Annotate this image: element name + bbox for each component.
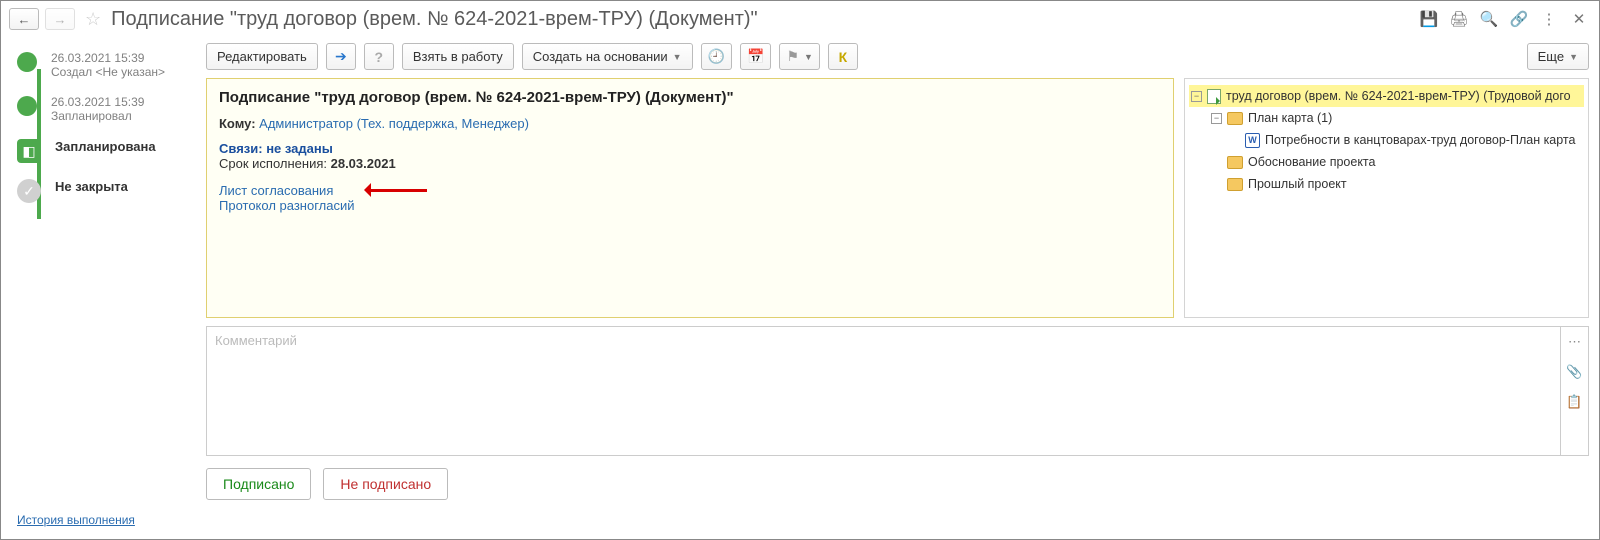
create-based-on-label: Создать на основании [533, 49, 668, 64]
comment-input[interactable]: Комментарий [206, 326, 1561, 456]
more-dots-icon[interactable]: ⋯ [1568, 327, 1581, 357]
take-to-work-button[interactable]: Взять в работу [402, 43, 514, 70]
folder-icon [1227, 178, 1243, 191]
timeline-item-created: 26.03.2021 15:39 Создал <Не указан> [17, 51, 206, 79]
history-clock-button[interactable]: 🕘 [701, 43, 732, 70]
status-dot-icon [17, 52, 37, 72]
tree-label: Прошлый проект [1248, 177, 1347, 191]
timeline-date: 26.03.2021 15:39 [51, 51, 165, 65]
window-header: ← → ☆ Подписание "труд договор (врем. № … [1, 1, 1599, 37]
recipient-label: Кому: [219, 116, 256, 131]
not-signed-button[interactable]: Не подписано [323, 468, 448, 500]
edit-button[interactable]: Редактировать [206, 43, 318, 70]
k-button[interactable]: К [828, 43, 858, 70]
collapse-icon[interactable]: − [1211, 113, 1222, 124]
timeline-item-planned-by: 26.03.2021 15:39 Запланировал [17, 95, 206, 123]
kebab-menu-icon[interactable]: ⋮ [1538, 8, 1560, 30]
comment-area: Комментарий ⋯ 📎 📋 [206, 326, 1589, 456]
nav-back-button[interactable]: ← [9, 8, 39, 30]
timeline-label: Создал <Не указан> [51, 65, 165, 79]
annotation-arrow-icon [357, 185, 427, 195]
task-heading: Подписание "труд договор (врем. № 624-20… [219, 89, 1161, 106]
timeline-label: Не закрыта [55, 179, 128, 194]
task-info-panel: Подписание "труд договор (врем. № 624-20… [206, 78, 1174, 318]
question-icon: ? [375, 49, 384, 65]
calendar-button[interactable]: 📅 [740, 43, 771, 70]
tree-folder[interactable]: − План карта (1) [1189, 107, 1584, 129]
recipient-link[interactable]: Администратор (Тех. поддержка, Менеджер) [259, 116, 529, 131]
status-current-icon: ◧ [17, 139, 41, 163]
folder-icon [1227, 112, 1243, 125]
calendar-plus-icon: 📅 [747, 48, 764, 65]
timeline-date: 26.03.2021 15:39 [51, 95, 144, 109]
tree-document[interactable]: W Потребности в канцтоварах-труд договор… [1189, 129, 1584, 151]
tree-root-label: труд договор (врем. № 624-2021-врем-ТРУ)… [1226, 89, 1571, 103]
status-pending-icon: ✓ [17, 179, 41, 203]
approval-sheet-link[interactable]: Лист согласования [219, 183, 333, 198]
clock-icon: 🕘 [708, 48, 725, 65]
comment-tools: ⋯ 📎 📋 [1561, 326, 1589, 456]
close-icon[interactable]: ✕ [1568, 8, 1590, 30]
more-button[interactable]: Еще ▼ [1527, 43, 1589, 70]
arrow-right-icon: ➔ [335, 48, 347, 65]
chevron-down-icon: ▼ [804, 52, 813, 62]
stamp-icon[interactable]: 📋 [1566, 387, 1582, 417]
timeline-label: Запланировал [51, 109, 144, 123]
action-bar: Подписано Не подписано [206, 456, 1589, 512]
attach-icon[interactable]: 📎 [1566, 357, 1582, 387]
tree-folder[interactable]: Прошлый проект [1189, 173, 1584, 195]
timeline-item-not-closed: ✓ Не закрыта [17, 179, 206, 203]
status-dot-icon [17, 96, 37, 116]
tree-label: Потребности в канцтоварах-труд договор-П… [1265, 133, 1575, 147]
flag-button[interactable]: ⚑▼ [779, 43, 819, 70]
preview-icon[interactable]: 🔍 [1478, 8, 1500, 30]
disagreement-protocol-link[interactable]: Протокол разногласий [219, 198, 1161, 213]
status-timeline: 26.03.2021 15:39 Создал <Не указан> 26.0… [1, 37, 206, 539]
tree-folder[interactable]: Обоснование проекта [1189, 151, 1584, 173]
tree-label: План карта (1) [1248, 111, 1332, 125]
link-icon[interactable]: 🔗 [1508, 8, 1530, 30]
page-title: Подписание "труд договор (врем. № 624-20… [111, 8, 1411, 31]
document-icon [1207, 89, 1221, 104]
print-icon[interactable]: 🖨 [1448, 8, 1470, 30]
help-button[interactable]: ? [364, 43, 394, 70]
flag-icon: ⚑ [786, 48, 799, 65]
timeline-label: Запланирована [55, 139, 156, 154]
main-area: Редактировать ➔ ? Взять в работу Создать… [206, 37, 1599, 539]
folder-icon [1227, 156, 1243, 169]
tree-label: Обоснование проекта [1248, 155, 1375, 169]
signed-button[interactable]: Подписано [206, 468, 311, 500]
create-based-on-button[interactable]: Создать на основании ▼ [522, 43, 693, 70]
relations-label: Связи: не заданы [219, 141, 1161, 156]
toolbar: Редактировать ➔ ? Взять в работу Создать… [206, 37, 1589, 78]
execution-history-link[interactable]: История выполнения [17, 513, 135, 527]
documents-tree: − труд договор (врем. № 624-2021-врем-ТР… [1184, 78, 1589, 318]
timeline-item-planned: ◧ Запланирована [17, 139, 206, 163]
chevron-down-icon: ▼ [1569, 52, 1578, 62]
favorite-star-icon[interactable]: ☆ [85, 9, 101, 30]
more-label: Еще [1538, 49, 1564, 64]
due-date-value: 28.03.2021 [331, 156, 396, 171]
chevron-down-icon: ▼ [673, 52, 682, 62]
forward-button[interactable]: ➔ [326, 43, 356, 70]
nav-forward-button[interactable]: → [45, 8, 75, 30]
word-doc-icon: W [1245, 133, 1260, 148]
tree-root[interactable]: − труд договор (врем. № 624-2021-врем-ТР… [1189, 85, 1584, 107]
save-icon[interactable]: 💾 [1418, 8, 1440, 30]
collapse-icon[interactable]: − [1191, 91, 1202, 102]
due-date-label: Срок исполнения: [219, 156, 327, 171]
